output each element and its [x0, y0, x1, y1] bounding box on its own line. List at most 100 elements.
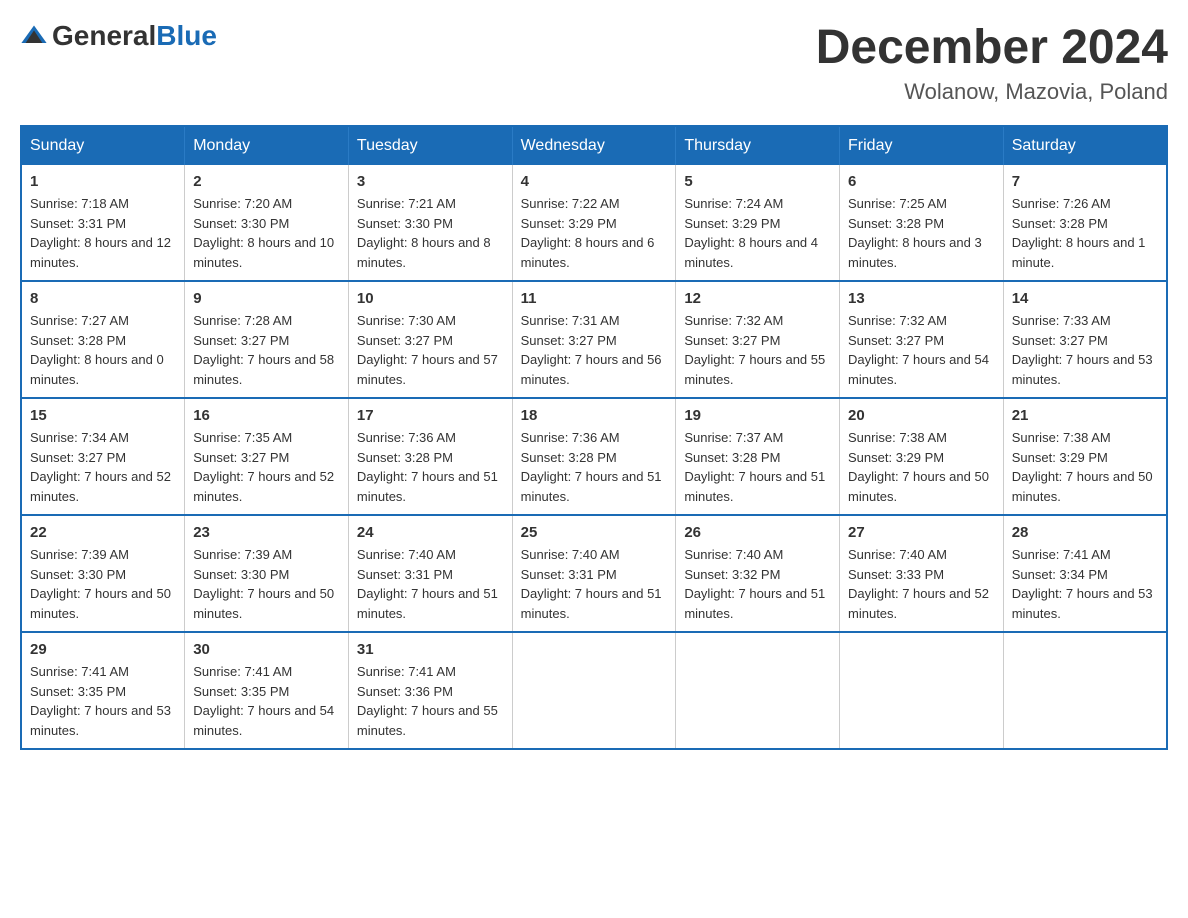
calendar-table: Sunday Monday Tuesday Wednesday Thursday… [20, 125, 1168, 750]
cell-week3-day0: 15 Sunrise: 7:34 AM Sunset: 3:27 PM Dayl… [21, 398, 185, 515]
logo-icon [20, 22, 48, 50]
cell-week3-day5: 20 Sunrise: 7:38 AM Sunset: 3:29 PM Dayl… [840, 398, 1004, 515]
day-number: 21 [1012, 407, 1158, 424]
day-info: Sunrise: 7:25 AM Sunset: 3:28 PM Dayligh… [848, 194, 995, 272]
cell-week1-day4: 5 Sunrise: 7:24 AM Sunset: 3:29 PM Dayli… [676, 165, 840, 281]
day-number: 1 [30, 173, 176, 190]
calendar-header: Sunday Monday Tuesday Wednesday Thursday… [21, 126, 1167, 165]
day-info: Sunrise: 7:40 AM Sunset: 3:31 PM Dayligh… [357, 545, 504, 623]
cell-week2-day4: 12 Sunrise: 7:32 AM Sunset: 3:27 PM Dayl… [676, 281, 840, 398]
week-row-1: 1 Sunrise: 7:18 AM Sunset: 3:31 PM Dayli… [21, 165, 1167, 281]
day-number: 16 [193, 407, 340, 424]
cell-week5-day1: 30 Sunrise: 7:41 AM Sunset: 3:35 PM Dayl… [185, 632, 349, 749]
day-info: Sunrise: 7:22 AM Sunset: 3:29 PM Dayligh… [521, 194, 668, 272]
cell-week4-day0: 22 Sunrise: 7:39 AM Sunset: 3:30 PM Dayl… [21, 515, 185, 632]
day-info: Sunrise: 7:28 AM Sunset: 3:27 PM Dayligh… [193, 311, 340, 389]
header-wednesday: Wednesday [512, 126, 676, 165]
cell-week2-day1: 9 Sunrise: 7:28 AM Sunset: 3:27 PM Dayli… [185, 281, 349, 398]
day-number: 23 [193, 524, 340, 541]
week-row-4: 22 Sunrise: 7:39 AM Sunset: 3:30 PM Dayl… [21, 515, 1167, 632]
day-info: Sunrise: 7:40 AM Sunset: 3:31 PM Dayligh… [521, 545, 668, 623]
cell-week5-day5 [840, 632, 1004, 749]
day-info: Sunrise: 7:32 AM Sunset: 3:27 PM Dayligh… [848, 311, 995, 389]
day-number: 26 [684, 524, 831, 541]
day-number: 29 [30, 641, 176, 658]
day-info: Sunrise: 7:36 AM Sunset: 3:28 PM Dayligh… [357, 428, 504, 506]
day-number: 13 [848, 290, 995, 307]
day-number: 11 [521, 290, 668, 307]
cell-week5-day0: 29 Sunrise: 7:41 AM Sunset: 3:35 PM Dayl… [21, 632, 185, 749]
day-number: 2 [193, 173, 340, 190]
cell-week1-day6: 7 Sunrise: 7:26 AM Sunset: 3:28 PM Dayli… [1003, 165, 1167, 281]
cell-week4-day5: 27 Sunrise: 7:40 AM Sunset: 3:33 PM Dayl… [840, 515, 1004, 632]
day-number: 27 [848, 524, 995, 541]
cell-week2-day2: 10 Sunrise: 7:30 AM Sunset: 3:27 PM Dayl… [348, 281, 512, 398]
day-info: Sunrise: 7:21 AM Sunset: 3:30 PM Dayligh… [357, 194, 504, 272]
logo-blue-text: Blue [156, 20, 217, 51]
cell-week3-day1: 16 Sunrise: 7:35 AM Sunset: 3:27 PM Dayl… [185, 398, 349, 515]
calendar-body: 1 Sunrise: 7:18 AM Sunset: 3:31 PM Dayli… [21, 165, 1167, 749]
day-number: 24 [357, 524, 504, 541]
day-number: 20 [848, 407, 995, 424]
logo: GeneralBlue [20, 20, 217, 52]
week-row-3: 15 Sunrise: 7:34 AM Sunset: 3:27 PM Dayl… [21, 398, 1167, 515]
title-block: December 2024 Wolanow, Mazovia, Poland [816, 20, 1168, 105]
header-tuesday: Tuesday [348, 126, 512, 165]
day-info: Sunrise: 7:24 AM Sunset: 3:29 PM Dayligh… [684, 194, 831, 272]
cell-week2-day3: 11 Sunrise: 7:31 AM Sunset: 3:27 PM Dayl… [512, 281, 676, 398]
cell-week2-day0: 8 Sunrise: 7:27 AM Sunset: 3:28 PM Dayli… [21, 281, 185, 398]
page-header: GeneralBlue December 2024 Wolanow, Mazov… [20, 20, 1168, 105]
day-number: 5 [684, 173, 831, 190]
cell-week4-day3: 25 Sunrise: 7:40 AM Sunset: 3:31 PM Dayl… [512, 515, 676, 632]
day-number: 25 [521, 524, 668, 541]
cell-week3-day3: 18 Sunrise: 7:36 AM Sunset: 3:28 PM Dayl… [512, 398, 676, 515]
cell-week3-day4: 19 Sunrise: 7:37 AM Sunset: 3:28 PM Dayl… [676, 398, 840, 515]
header-sunday: Sunday [21, 126, 185, 165]
day-info: Sunrise: 7:18 AM Sunset: 3:31 PM Dayligh… [30, 194, 176, 272]
day-info: Sunrise: 7:41 AM Sunset: 3:34 PM Dayligh… [1012, 545, 1158, 623]
day-number: 22 [30, 524, 176, 541]
cell-week4-day2: 24 Sunrise: 7:40 AM Sunset: 3:31 PM Dayl… [348, 515, 512, 632]
location-text: Wolanow, Mazovia, Poland [816, 79, 1168, 105]
cell-week5-day2: 31 Sunrise: 7:41 AM Sunset: 3:36 PM Dayl… [348, 632, 512, 749]
day-info: Sunrise: 7:40 AM Sunset: 3:32 PM Dayligh… [684, 545, 831, 623]
day-info: Sunrise: 7:35 AM Sunset: 3:27 PM Dayligh… [193, 428, 340, 506]
cell-week4-day4: 26 Sunrise: 7:40 AM Sunset: 3:32 PM Dayl… [676, 515, 840, 632]
day-info: Sunrise: 7:26 AM Sunset: 3:28 PM Dayligh… [1012, 194, 1158, 272]
cell-week5-day6 [1003, 632, 1167, 749]
cell-week3-day2: 17 Sunrise: 7:36 AM Sunset: 3:28 PM Dayl… [348, 398, 512, 515]
day-number: 12 [684, 290, 831, 307]
day-info: Sunrise: 7:31 AM Sunset: 3:27 PM Dayligh… [521, 311, 668, 389]
day-number: 30 [193, 641, 340, 658]
header-friday: Friday [840, 126, 1004, 165]
day-info: Sunrise: 7:38 AM Sunset: 3:29 PM Dayligh… [848, 428, 995, 506]
day-info: Sunrise: 7:33 AM Sunset: 3:27 PM Dayligh… [1012, 311, 1158, 389]
cell-week4-day6: 28 Sunrise: 7:41 AM Sunset: 3:34 PM Dayl… [1003, 515, 1167, 632]
day-number: 28 [1012, 524, 1158, 541]
day-number: 14 [1012, 290, 1158, 307]
week-row-5: 29 Sunrise: 7:41 AM Sunset: 3:35 PM Dayl… [21, 632, 1167, 749]
cell-week3-day6: 21 Sunrise: 7:38 AM Sunset: 3:29 PM Dayl… [1003, 398, 1167, 515]
header-monday: Monday [185, 126, 349, 165]
logo-general-text: General [52, 20, 156, 51]
day-info: Sunrise: 7:41 AM Sunset: 3:36 PM Dayligh… [357, 662, 504, 740]
cell-week1-day3: 4 Sunrise: 7:22 AM Sunset: 3:29 PM Dayli… [512, 165, 676, 281]
day-info: Sunrise: 7:39 AM Sunset: 3:30 PM Dayligh… [193, 545, 340, 623]
month-title: December 2024 [816, 20, 1168, 75]
day-number: 6 [848, 173, 995, 190]
cell-week2-day6: 14 Sunrise: 7:33 AM Sunset: 3:27 PM Dayl… [1003, 281, 1167, 398]
day-info: Sunrise: 7:27 AM Sunset: 3:28 PM Dayligh… [30, 311, 176, 389]
week-row-2: 8 Sunrise: 7:27 AM Sunset: 3:28 PM Dayli… [21, 281, 1167, 398]
cell-week4-day1: 23 Sunrise: 7:39 AM Sunset: 3:30 PM Dayl… [185, 515, 349, 632]
day-number: 18 [521, 407, 668, 424]
cell-week5-day4 [676, 632, 840, 749]
cell-week5-day3 [512, 632, 676, 749]
header-saturday: Saturday [1003, 126, 1167, 165]
header-row: Sunday Monday Tuesday Wednesday Thursday… [21, 126, 1167, 165]
day-number: 4 [521, 173, 668, 190]
day-number: 7 [1012, 173, 1158, 190]
day-info: Sunrise: 7:36 AM Sunset: 3:28 PM Dayligh… [521, 428, 668, 506]
day-info: Sunrise: 7:37 AM Sunset: 3:28 PM Dayligh… [684, 428, 831, 506]
day-info: Sunrise: 7:41 AM Sunset: 3:35 PM Dayligh… [30, 662, 176, 740]
day-number: 10 [357, 290, 504, 307]
